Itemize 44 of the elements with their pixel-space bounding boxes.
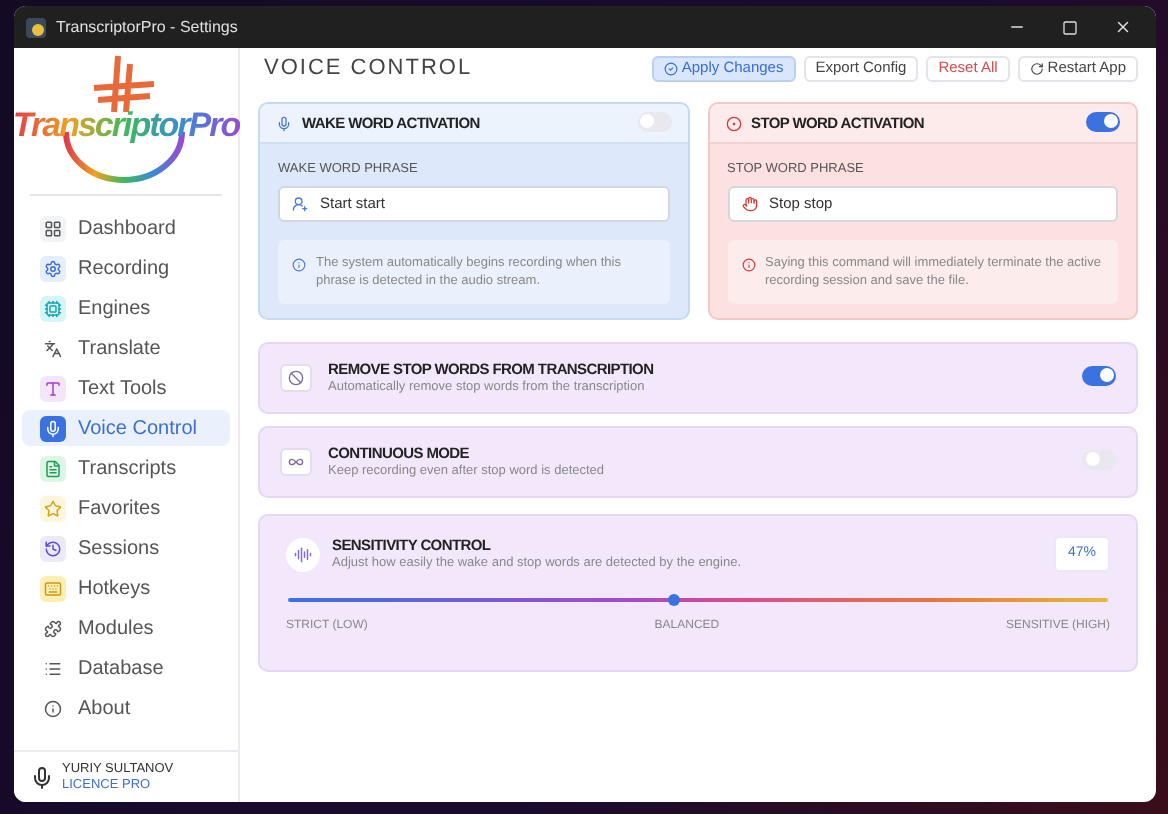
hand-icon [741, 195, 757, 212]
microphone-icon [276, 115, 292, 131]
grid-icon [40, 215, 66, 241]
check-icon [663, 61, 678, 75]
keyboard-icon [40, 575, 66, 601]
document-icon [40, 455, 66, 481]
toggle-switch[interactable] [1086, 111, 1120, 131]
info-icon [40, 695, 66, 721]
sidebar-item[interactable]: About [22, 690, 230, 726]
refresh-icon [1029, 61, 1044, 75]
window-title: TranscriptorPro - Settings [56, 15, 238, 39]
sidebar-item[interactable]: Database [22, 650, 230, 686]
puzzle-icon [40, 615, 66, 641]
sidebar-item[interactable]: Voice Control [22, 410, 230, 446]
record-icon [725, 115, 741, 131]
sidebar-item[interactable]: Modules [22, 610, 230, 646]
sidebar-item[interactable]: Dashboard [22, 210, 230, 246]
toggle-switch[interactable] [1082, 365, 1116, 386]
info-icon [741, 257, 755, 272]
ban-icon [280, 363, 312, 392]
app-icon [26, 17, 46, 37]
sidebar-item[interactable]: Sessions [22, 530, 230, 566]
info-icon [292, 257, 306, 272]
sidebar-item[interactable]: Engines [22, 290, 230, 326]
voice-user-icon [292, 195, 308, 212]
sidebar-item[interactable]: Favorites [22, 490, 230, 526]
text-icon [40, 375, 66, 401]
sidebar-item[interactable]: Text Tools [22, 370, 230, 406]
sidebar-item[interactable]: Transcripts [22, 450, 230, 486]
infinity-icon [280, 447, 312, 476]
gear-icon [40, 255, 66, 281]
history-icon [40, 535, 66, 561]
sidebar-item[interactable]: Hotkeys [22, 570, 230, 606]
toggle-switch[interactable] [1082, 449, 1116, 470]
maximize-icon[interactable] [1062, 19, 1078, 35]
chip-icon [40, 295, 66, 321]
audio-wave-icon [286, 537, 320, 571]
sidebar-item[interactable]: Translate [22, 330, 230, 366]
star-icon [40, 495, 66, 521]
slider-thumb[interactable] [667, 594, 680, 607]
page-title: VOICE CONTROL [264, 53, 473, 84]
microphone-icon [40, 415, 66, 441]
sidebar-item[interactable]: Recording [22, 250, 230, 286]
close-icon[interactable] [1114, 18, 1132, 36]
